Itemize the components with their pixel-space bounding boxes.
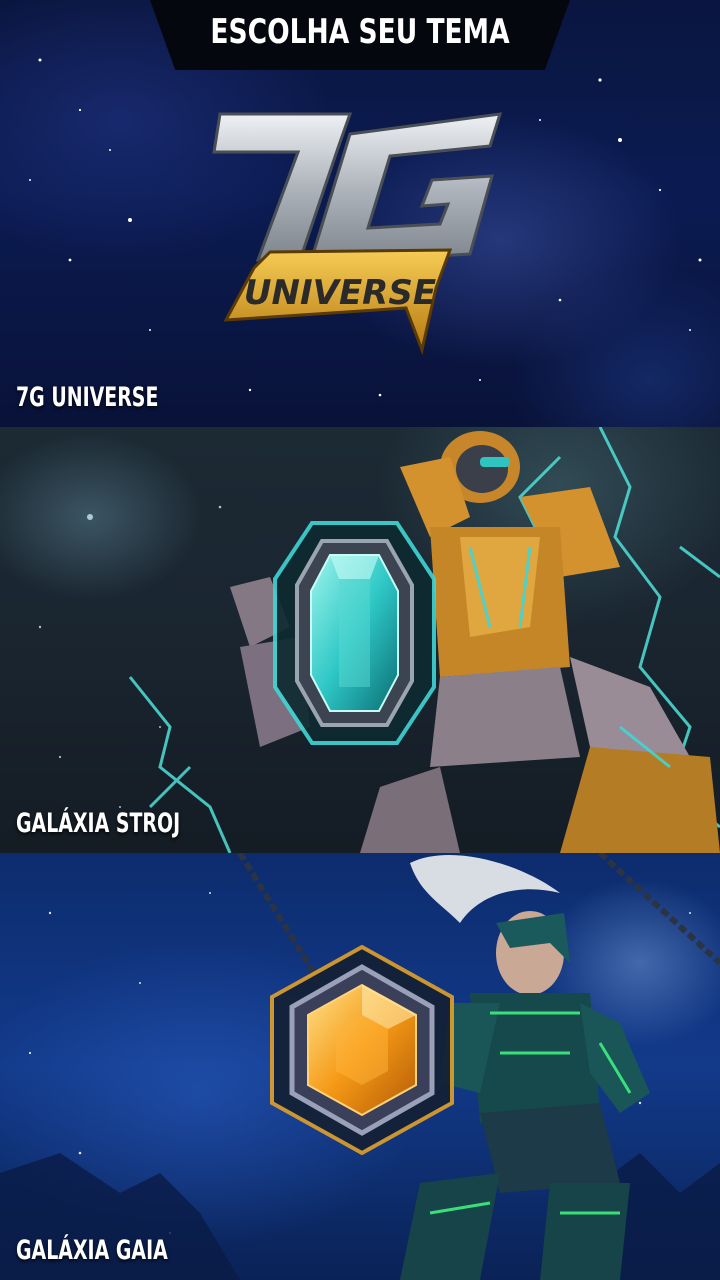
7g-universe-logo: UNIVERSE xyxy=(212,112,503,356)
theme-label-galaxia-stroj: GALÁXIA STROJ xyxy=(16,808,181,839)
stroj-gem-icon xyxy=(273,521,436,745)
theme-option-galaxia-gaia[interactable]: GALÁXIA GAIA xyxy=(0,853,720,1280)
theme-selection-screen: ESCOLHA SEU TEMA UNIVERSE 7G UNIVERSE GA… xyxy=(0,0,720,1280)
theme-label-7g-universe: 7G UNIVERSE xyxy=(16,382,159,413)
theme-option-galaxia-stroj[interactable]: GALÁXIA STROJ xyxy=(0,427,720,853)
page-title: ESCOLHA SEU TEMA xyxy=(210,12,510,52)
logo-universe-text: UNIVERSE xyxy=(244,273,436,313)
theme-label-galaxia-gaia: GALÁXIA GAIA xyxy=(16,1235,168,1266)
gaia-gem-icon xyxy=(270,945,454,1155)
